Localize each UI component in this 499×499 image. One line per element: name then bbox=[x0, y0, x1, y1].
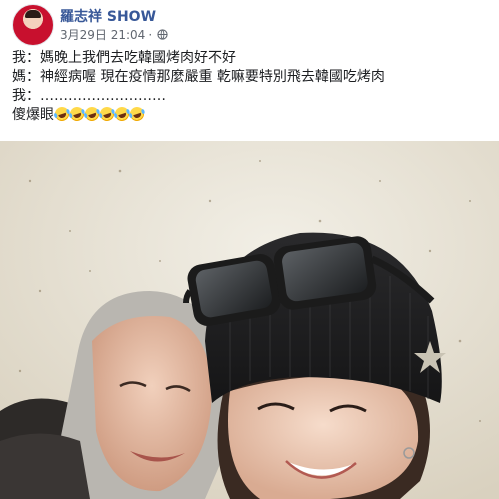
post-photo[interactable] bbox=[0, 141, 499, 499]
selfie-photo bbox=[0, 141, 499, 499]
post-timestamp[interactable]: 3月29日 21:04 bbox=[60, 26, 145, 43]
post-line-4: 傻爆眼 bbox=[12, 105, 487, 125]
post-header: 羅志祥 SHOW 3月29日 21:04 · bbox=[12, 4, 492, 46]
rolling-laughing-emoji-icon bbox=[128, 105, 146, 123]
post-line-1: 我：媽晚上我們去吃韓國烤肉好不好 bbox=[12, 50, 236, 66]
post-line-3: 我：……………………… bbox=[12, 88, 166, 104]
globe-icon[interactable] bbox=[157, 29, 168, 40]
emoji-row bbox=[53, 105, 146, 123]
post-body: 我：媽晚上我們去吃韓國烤肉好不好 媽：神經病喔 現在疫情那麼嚴重 乾嘛要特別飛去… bbox=[12, 49, 487, 125]
avatar[interactable] bbox=[12, 4, 54, 46]
author-name[interactable]: 羅志祥 SHOW bbox=[60, 6, 156, 26]
meta-separator: · bbox=[148, 27, 153, 42]
post-line-2: 媽：神經病喔 現在疫情那麼嚴重 乾嘛要特別飛去韓國吃烤肉 bbox=[12, 69, 385, 85]
post-line-4-text: 傻爆眼 bbox=[12, 107, 54, 123]
post-meta: 3月29日 21:04 · bbox=[60, 26, 168, 43]
